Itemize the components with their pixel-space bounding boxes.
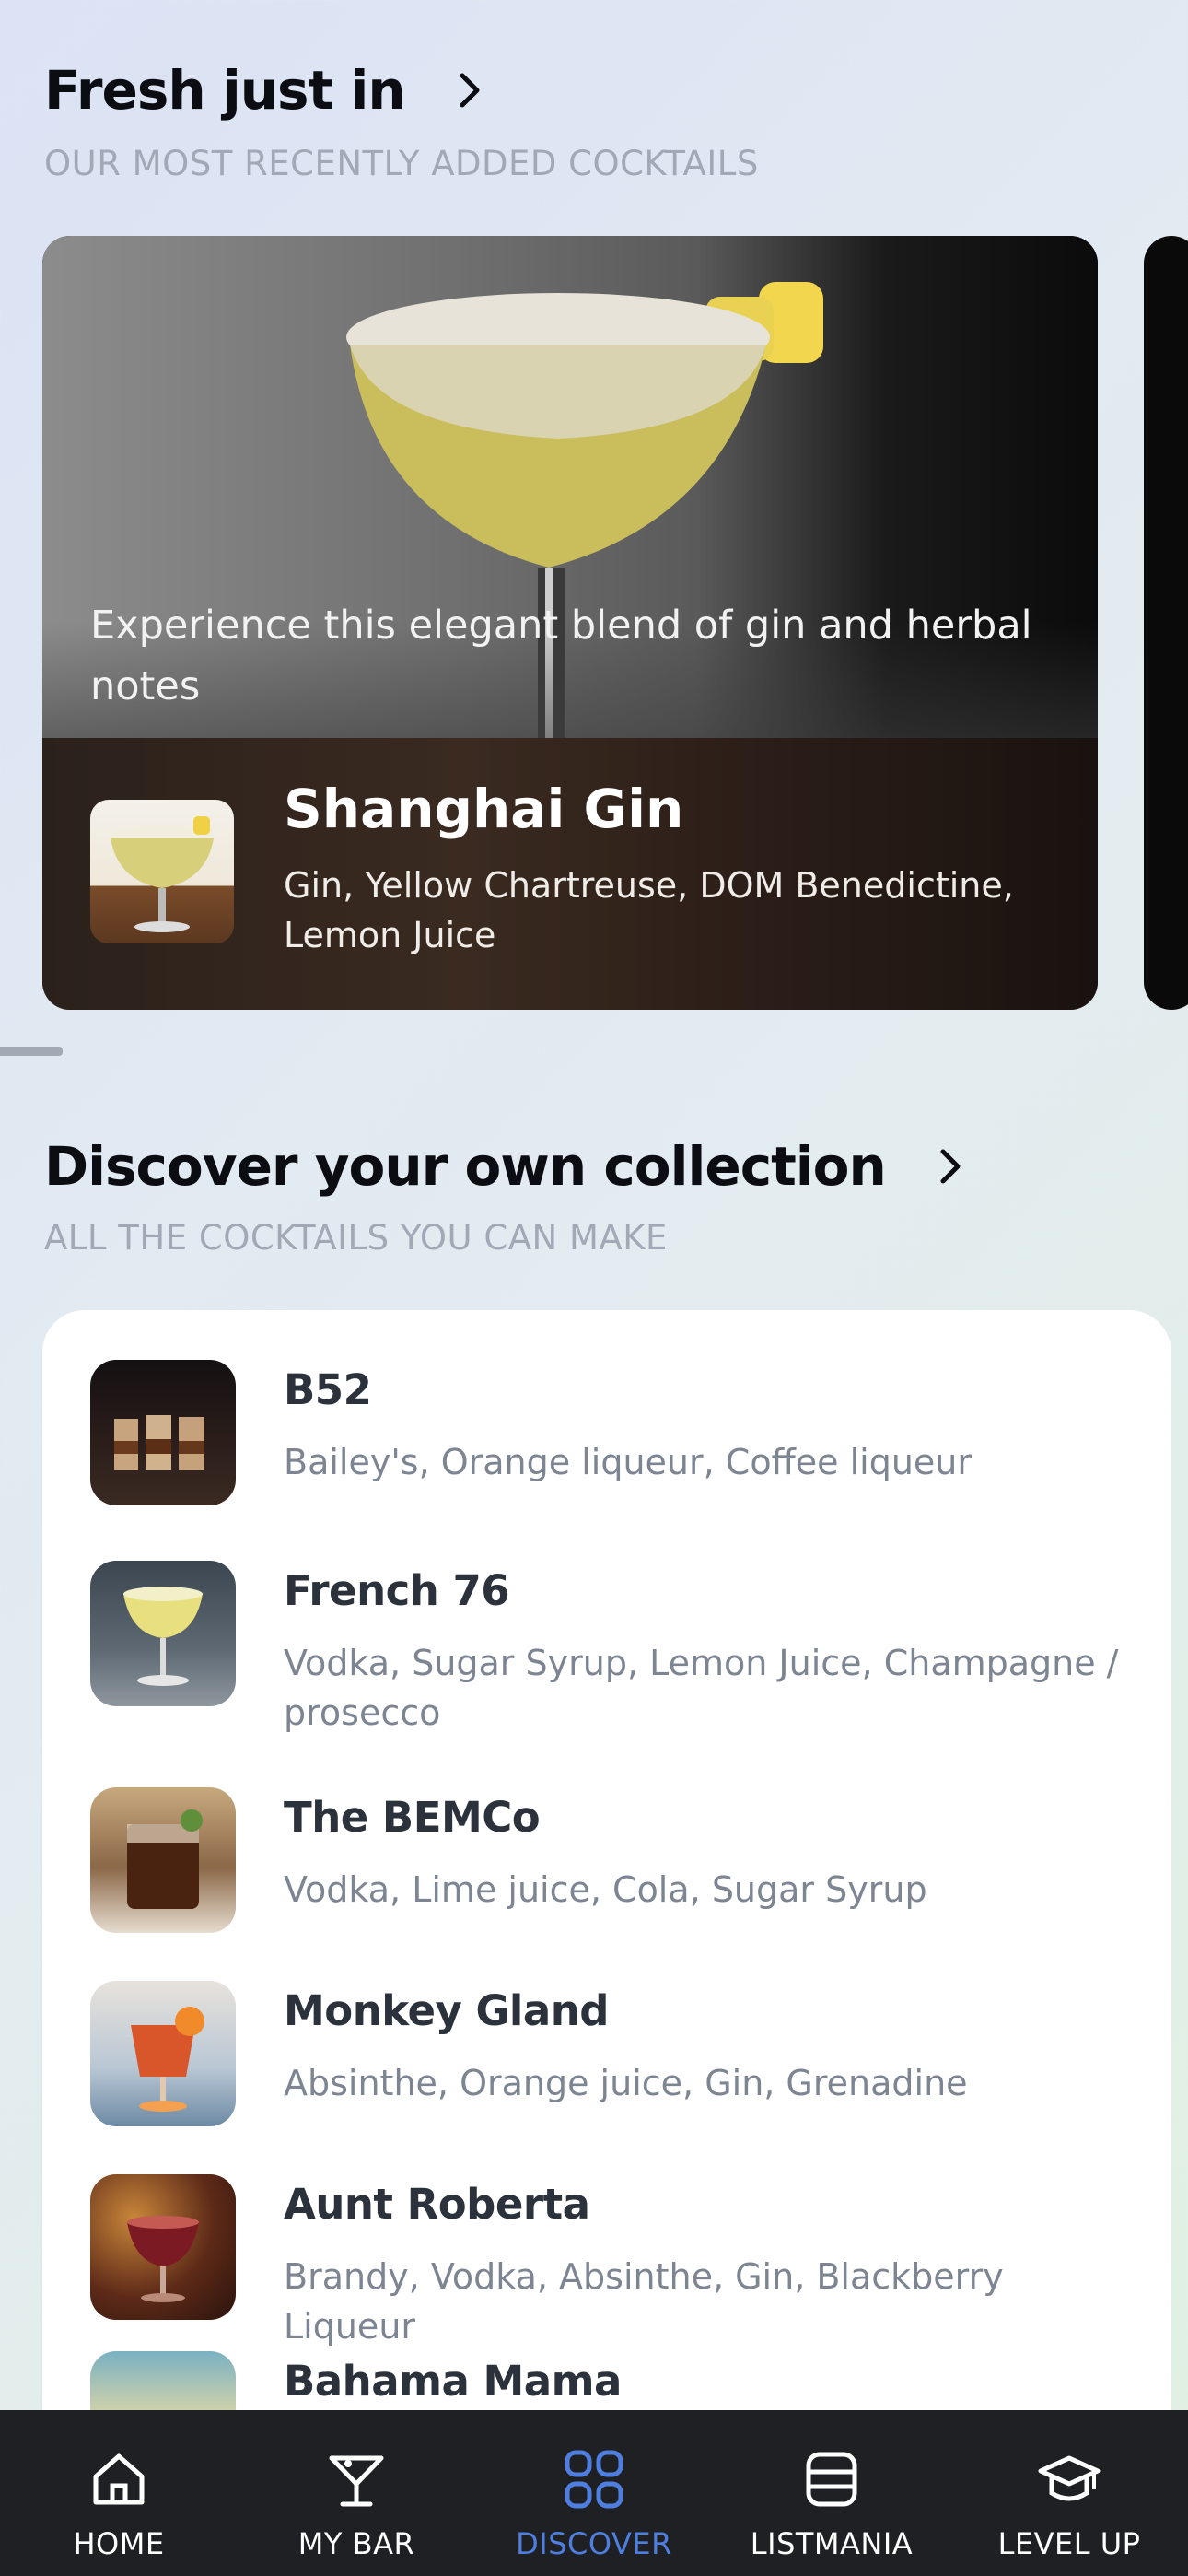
nav-label: DISCOVER bbox=[516, 2526, 672, 2561]
collection-subtitle: ALL THE COCKTAILS YOU CAN MAKE bbox=[44, 1218, 668, 1258]
featured-cocktail-name: Shanghai Gin bbox=[284, 778, 684, 840]
nav-label: LEVEL UP bbox=[997, 2526, 1141, 2561]
carousel-scroll-indicator bbox=[0, 1047, 63, 1056]
nav-listmania[interactable]: LISTMANIA bbox=[721, 2447, 942, 2561]
grid-icon bbox=[565, 2450, 623, 2509]
cocktail-thumbnail bbox=[90, 2174, 236, 2320]
cocktail-name: Bahama Mama bbox=[284, 2357, 622, 2406]
nav-label: HOME bbox=[73, 2526, 165, 2561]
cocktail-name: Aunt Roberta bbox=[284, 2180, 590, 2229]
cocktail-thumbnail bbox=[90, 1787, 236, 1933]
cocktail-ingredients: Brandy, Vodka, Absinthe, Gin, Blackberry… bbox=[284, 2256, 1004, 2347]
cocktail-ingredients: Bailey's, Orange liqueur, Coffee liqueur bbox=[284, 1442, 972, 1482]
nav-label: LISTMANIA bbox=[750, 2526, 914, 2561]
list-icon bbox=[806, 2452, 857, 2507]
cocktail-ingredients: Vodka, Sugar Syrup, Lemon Juice, Champag… bbox=[284, 1643, 1119, 1733]
nav-level-up[interactable]: LEVEL UP bbox=[959, 2447, 1180, 2561]
featured-cocktail-ingredients: Gin, Yellow Chartreuse, DOM Benedictine,… bbox=[284, 865, 1014, 955]
cocktail-glass-icon bbox=[329, 2455, 384, 2507]
cocktail-name: The BEMCo bbox=[284, 1793, 541, 1842]
fresh-header[interactable]: Fresh just in bbox=[44, 59, 490, 122]
featured-description: Experience this elegant blend of gin and… bbox=[90, 603, 1032, 709]
nav-my-bar[interactable]: MY BAR bbox=[246, 2447, 467, 2561]
chevron-right-icon[interactable] bbox=[930, 1146, 971, 1187]
nav-home[interactable]: HOME bbox=[8, 2447, 229, 2561]
nav-discover[interactable]: DISCOVER bbox=[483, 2447, 705, 2561]
cocktail-name: French 76 bbox=[284, 1566, 510, 1615]
cocktail-name: Monkey Gland bbox=[284, 1986, 609, 2035]
cocktail-name: B52 bbox=[284, 1365, 372, 1414]
graduation-cap-icon bbox=[1038, 2455, 1101, 2501]
next-featured-card[interactable] bbox=[1144, 236, 1188, 1010]
nav-label: MY BAR bbox=[297, 2526, 415, 2561]
featured-cocktail-thumbnail bbox=[90, 800, 234, 943]
cocktail-ingredients: Absinthe, Orange juice, Gin, Grenadine bbox=[284, 2063, 968, 2103]
cocktail-thumbnail bbox=[90, 1561, 236, 1706]
fresh-subtitle: OUR MOST RECENTLY ADDED COCKTAILS bbox=[44, 144, 759, 183]
bottom-navigation: HOME MY BAR DISCOVER LISTMANIA LEVEL UP bbox=[0, 2410, 1188, 2576]
chevron-right-icon[interactable] bbox=[449, 70, 490, 111]
cocktail-thumbnail bbox=[90, 1360, 236, 1505]
collection-header[interactable]: Discover your own collection bbox=[44, 1135, 971, 1198]
cocktail-thumbnail bbox=[90, 1981, 236, 2126]
home-icon bbox=[93, 2453, 145, 2505]
collection-title: Discover your own collection bbox=[44, 1135, 887, 1198]
fresh-title: Fresh just in bbox=[44, 59, 406, 122]
collection-list: B52 Bailey's, Orange liqueur, Coffee liq… bbox=[42, 1310, 1171, 2576]
featured-cocktail-card[interactable]: Experience this elegant blend of gin and… bbox=[42, 236, 1098, 1010]
cocktail-ingredients: Vodka, Lime juice, Cola, Sugar Syrup bbox=[284, 1869, 927, 1910]
